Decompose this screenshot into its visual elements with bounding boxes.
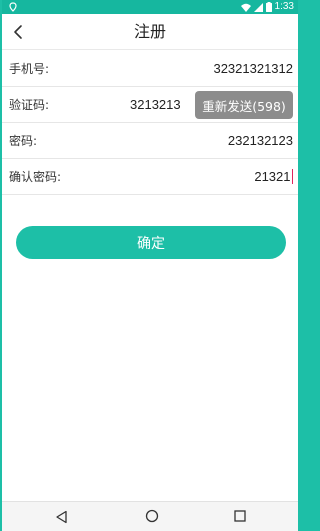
confirm-password-value: 21321 xyxy=(254,169,291,184)
phone-input[interactable]: 32321321312 xyxy=(213,50,293,86)
password-label: 密码: xyxy=(9,134,38,148)
page-title: 注册 xyxy=(133,22,166,41)
phone-frame: 1:33 注册 手机号: 32321321312 验证码: 3213213 重新… xyxy=(0,0,300,531)
text-cursor xyxy=(291,169,293,184)
status-time: 1:33 xyxy=(274,1,294,12)
back-arrow-icon[interactable] xyxy=(10,23,28,41)
confirm-password-label: 确认密码: xyxy=(9,170,62,184)
confirm-button[interactable]: 确定 xyxy=(16,226,286,259)
status-bar: 1:33 xyxy=(2,0,298,14)
header: 注册 xyxy=(2,14,298,50)
code-input[interactable]: 3213213 xyxy=(130,87,181,122)
navigation-bar xyxy=(2,501,298,531)
battery-icon xyxy=(265,2,272,12)
wifi-icon xyxy=(240,3,251,12)
phone-label: 手机号: xyxy=(9,61,50,76)
confirm-password-input[interactable]: 21321 xyxy=(254,159,293,194)
screen: 1:33 注册 手机号: 32321321312 验证码: 3213213 重新… xyxy=(2,0,298,531)
register-form: 手机号: 32321321312 验证码: 3213213 重新发送(598) … xyxy=(2,50,298,195)
signal-icon xyxy=(253,2,263,12)
location-pin-icon xyxy=(9,2,17,12)
nav-recent-apps-icon[interactable] xyxy=(234,510,246,522)
password-row: 密码: 232132123 xyxy=(2,123,298,159)
nav-home-icon[interactable] xyxy=(145,509,159,523)
password-input[interactable]: 232132123 xyxy=(228,123,293,158)
phone-row: 手机号: 32321321312 xyxy=(2,50,298,87)
nav-back-icon[interactable] xyxy=(55,510,69,524)
confirm-password-row: 确认密码: 21321 xyxy=(2,159,298,195)
code-label: 验证码: xyxy=(9,98,50,112)
resend-code-button[interactable]: 重新发送(598) xyxy=(195,91,293,119)
code-row: 验证码: 3213213 重新发送(598) xyxy=(2,87,298,123)
